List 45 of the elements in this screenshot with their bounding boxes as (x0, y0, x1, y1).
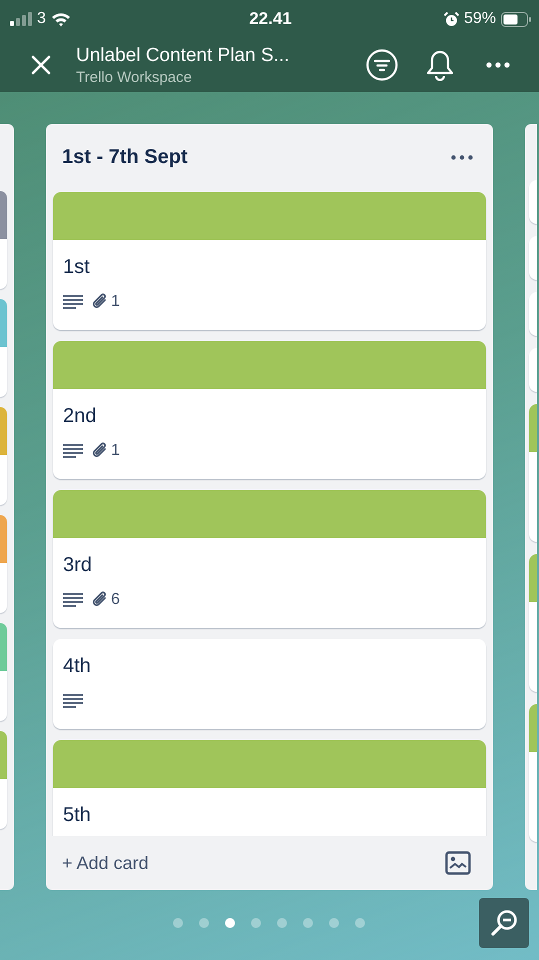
attachment-count: 1 (111, 293, 120, 311)
card[interactable] (0, 731, 7, 829)
card[interactable] (0, 623, 7, 721)
card[interactable] (529, 554, 537, 692)
card-title: 1st (63, 256, 91, 278)
page-indicator-dot[interactable] (354, 918, 364, 928)
page-indicator-dot[interactable] (224, 918, 234, 928)
page-indicator-dot[interactable] (250, 918, 260, 928)
card[interactable] (0, 407, 7, 505)
wifi-icon (50, 12, 71, 26)
zoom-out-icon (489, 908, 519, 938)
zoom-out-button[interactable] (479, 898, 529, 948)
board-title: Unlabel Content Plan S... (76, 44, 290, 66)
page-indicator-dot[interactable] (198, 918, 208, 928)
signal-icon (10, 12, 32, 26)
battery-icon (500, 12, 531, 26)
card[interactable] (529, 404, 537, 542)
card[interactable]: 2nd 1 (53, 341, 486, 479)
list-title: 1st - 7th Sept (62, 146, 188, 168)
add-card-button[interactable]: + Add card (62, 852, 149, 874)
card-title: 2nd (63, 405, 98, 427)
page-indicator-dot[interactable] (302, 918, 312, 928)
more-icon (451, 154, 473, 160)
attachment-count: 6 (111, 591, 120, 609)
attachment-count: 1 (111, 442, 120, 460)
card-title: 4th (63, 655, 92, 677)
card-title: 3rd (63, 554, 93, 576)
card[interactable] (0, 299, 7, 397)
card-title: 5th (63, 804, 92, 826)
page-indicator-dot[interactable] (276, 918, 286, 928)
card[interactable] (0, 515, 7, 613)
card[interactable]: 3rd 6 (53, 490, 486, 628)
more-icon (486, 62, 510, 68)
battery-percent: 59% (464, 10, 496, 28)
card[interactable] (529, 704, 537, 842)
card[interactable]: 5th (53, 740, 486, 836)
card[interactable]: 4th (53, 639, 486, 729)
clock-time: 22.41 (249, 9, 292, 29)
page-indicator-dot[interactable] (328, 918, 338, 928)
card[interactable] (0, 191, 7, 289)
carrier-text: 3 (37, 10, 46, 28)
workspace-name: Trello Workspace (76, 68, 193, 86)
page-indicator-dot[interactable] (172, 918, 182, 928)
card[interactable]: 1st 1 (53, 192, 486, 330)
alarm-clock-icon (444, 12, 459, 26)
